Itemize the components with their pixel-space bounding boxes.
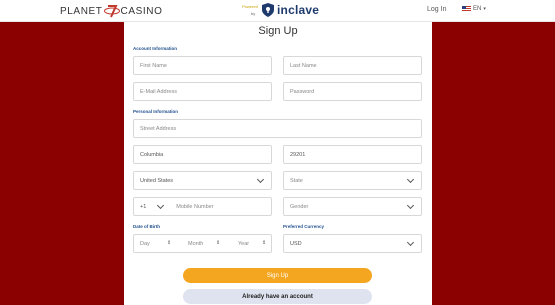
login-link[interactable]: Log In — [427, 6, 446, 13]
dob-year-label: Year — [238, 240, 250, 247]
state-select[interactable]: State — [283, 171, 422, 190]
street-address-field[interactable]: Street Address — [133, 119, 422, 138]
chevron-down-icon — [156, 201, 165, 210]
city-field[interactable]: Columbia — [133, 145, 272, 164]
date-of-birth-field: Day ⇕ Month ⇕ Year ⇕ — [133, 234, 272, 253]
account-info-heading: Account Information — [133, 46, 177, 51]
up-down-arrows-icon: ⇕ — [262, 240, 267, 246]
last-name-field[interactable]: Last Name — [283, 56, 422, 75]
dob-day-select[interactable]: Day ⇕ — [140, 235, 178, 252]
zip-field[interactable]: 29201 — [283, 145, 422, 164]
logo-text-right: CASINO — [120, 5, 163, 17]
currency-select[interactable]: USD — [283, 234, 422, 253]
country-value: United States — [140, 177, 174, 184]
by-text: by — [251, 11, 256, 16]
email-field[interactable]: E-Mail Address — [133, 82, 272, 101]
password-field[interactable]: Password — [283, 82, 422, 101]
existing-account-button[interactable]: Already have an account — [183, 289, 372, 304]
powered-text: Powered — [242, 4, 258, 9]
up-down-arrows-icon: ⇕ — [167, 240, 172, 246]
currency-heading: Preferred Currency — [283, 224, 325, 229]
page-title: Sign Up — [258, 25, 298, 37]
planet-7-casino-logo[interactable]: PLANET CASINO — [60, 4, 162, 18]
up-down-arrows-icon: ⇕ — [216, 240, 221, 246]
gender-select[interactable]: Gender — [283, 197, 422, 216]
dob-month-label: Month — [188, 240, 204, 247]
top-bar: PLANET CASINO Powered by inclave Log In … — [0, 0, 555, 22]
dob-month-select[interactable]: Month ⇕ — [188, 235, 228, 252]
state-placeholder: State — [290, 177, 303, 184]
logo-text-left: PLANET — [60, 5, 103, 17]
gender-placeholder: Gender — [290, 203, 309, 210]
chevron-down-icon — [406, 175, 415, 184]
inclave-logo: inclave — [262, 3, 319, 17]
currency-value: USD — [290, 240, 302, 247]
signup-panel: Sign Up Account Information First Name L… — [124, 22, 432, 305]
signup-button[interactable]: Sign Up — [183, 268, 372, 283]
dob-day-label: Day — [140, 240, 150, 247]
dob-year-select[interactable]: Year ⇕ — [238, 235, 270, 252]
personal-info-heading: Personal Information — [133, 109, 179, 114]
chevron-down-icon: ▾ — [483, 6, 486, 12]
chevron-down-icon — [256, 175, 265, 184]
inclave-shield-icon — [262, 3, 274, 17]
inclave-wordmark: inclave — [277, 3, 320, 17]
powered-by-label: Powered by — [242, 4, 258, 16]
first-name-field[interactable]: First Name — [133, 56, 272, 75]
seven-logo-icon — [103, 4, 120, 18]
mobile-number-input[interactable]: Mobile Number — [176, 204, 213, 210]
phone-code-select[interactable]: +1 — [140, 204, 146, 210]
language-label: EN — [473, 6, 482, 12]
us-flag-icon — [462, 6, 471, 12]
language-selector[interactable]: EN ▾ — [462, 6, 486, 12]
dob-heading: Date of Birth — [133, 224, 160, 229]
chevron-down-icon — [406, 201, 415, 210]
country-select[interactable]: United States — [133, 171, 272, 190]
chevron-down-icon — [406, 238, 415, 247]
phone-field[interactable]: +1 Mobile Number — [133, 197, 272, 216]
